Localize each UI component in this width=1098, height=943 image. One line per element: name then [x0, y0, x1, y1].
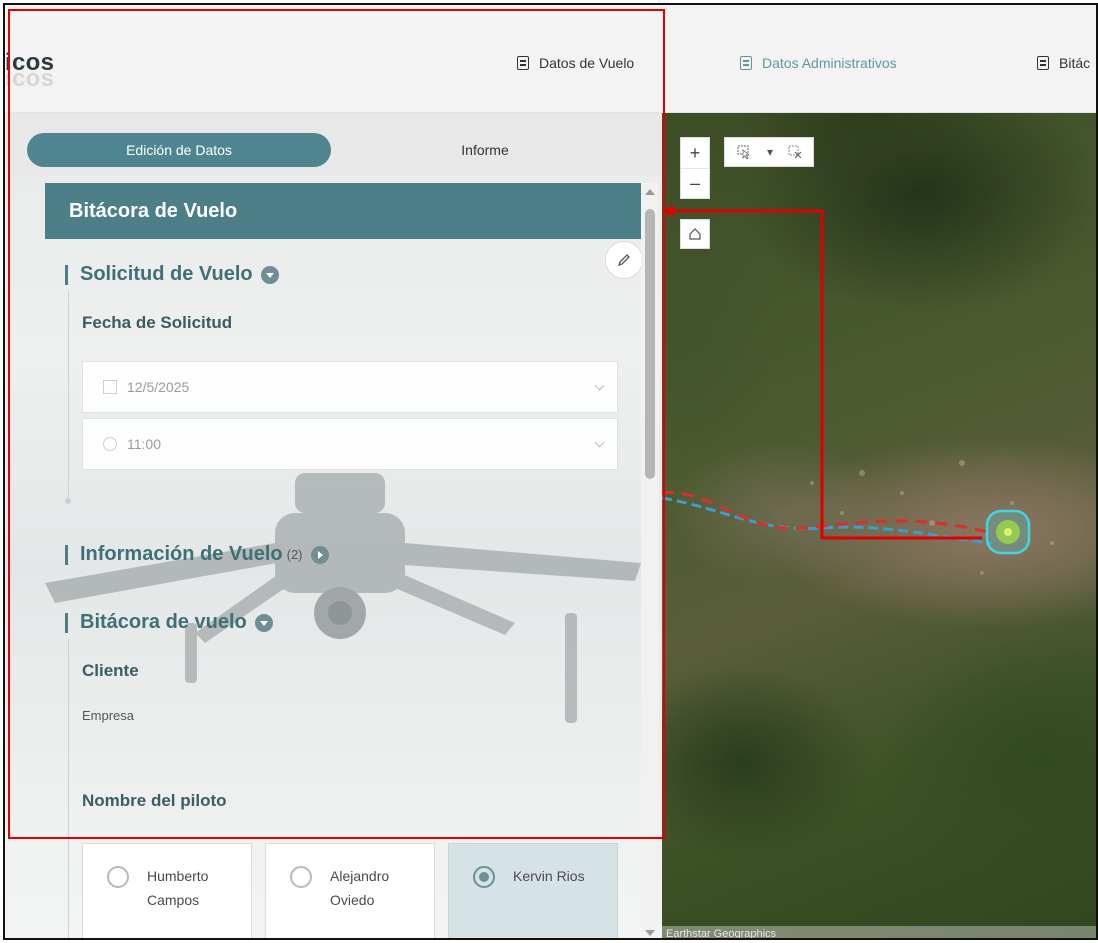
section-dot [65, 498, 71, 504]
section-marker [65, 264, 68, 285]
annotation-arrow-head [662, 205, 674, 217]
map-attribution: Earthstar Geographics [662, 926, 1096, 938]
section-marker [65, 612, 68, 633]
pilot-name: Humberto Campos [147, 864, 208, 912]
nav-label: Datos de Vuelo [539, 55, 635, 71]
route-blue-line [662, 496, 993, 545]
home-icon [689, 228, 701, 240]
form-title: Bitácora de Vuelo [45, 183, 641, 239]
selection-toolbar: ▾ [724, 137, 814, 167]
select-cursor-icon[interactable] [736, 144, 752, 160]
field-label-cliente: Cliente [82, 661, 139, 680]
time-input[interactable]: 11:00 [82, 418, 618, 470]
nav-bitacora[interactable]: Bitác [1037, 52, 1090, 74]
map-overlay [662, 205, 1054, 575]
nav-label: Bitác [1059, 55, 1091, 71]
scroll-up-arrow-icon[interactable] [645, 189, 655, 195]
nav-datos-administrativos[interactable]: Datos Administrativos [740, 52, 897, 74]
radio-button[interactable] [107, 866, 129, 888]
cliente-value: Empresa [82, 708, 135, 723]
section-marker [65, 544, 68, 565]
pilot-name-line2: Oviedo [330, 892, 375, 908]
scrollbar-thumb[interactable] [645, 209, 655, 479]
zoom-out-button[interactable]: – [681, 168, 709, 198]
chevron-down-icon [594, 437, 605, 448]
section-count: (2) [286, 547, 303, 562]
pilot-option-kervin-rios[interactable]: Kervin Rios [448, 843, 618, 938]
document-icon [1037, 56, 1049, 70]
dropdown-caret-icon[interactable]: ▾ [767, 145, 773, 159]
section-title: Bitácora de vuelo [80, 611, 247, 633]
nav-datos-de-vuelo[interactable]: Datos de Vuelo [517, 52, 634, 74]
document-icon [740, 56, 752, 70]
radio-button[interactable] [290, 866, 312, 888]
field-label-piloto: Nombre del piloto [82, 791, 227, 810]
date-input[interactable]: 12/5/2025 [82, 361, 618, 413]
section-bitacora-de-vuelo[interactable]: Bitácora de vuelo [65, 611, 273, 634]
app-title: icos [5, 49, 55, 76]
section-title: Solicitud de Vuelo [80, 263, 253, 285]
route-red-line [662, 491, 993, 535]
pilot-name: Alejandro Oviedo [330, 864, 389, 912]
annotation-arrow-line [664, 209, 982, 540]
edit-button[interactable] [605, 241, 641, 279]
document-icon [517, 56, 529, 70]
pencil-icon [617, 254, 630, 267]
panel-tabs: Edición de Datos Informe [5, 113, 662, 175]
clear-selection-icon[interactable] [788, 145, 802, 159]
pilot-option-alejandro-oviedo[interactable]: Alejandro Oviedo [265, 843, 435, 938]
form-area[interactable]: Bitácora de Vuelo Solicitud de Vuelo Fec… [45, 183, 641, 938]
app-window: icos icos Datos de Vuelo Datos Administr… [3, 3, 1098, 940]
scroll-down-arrow-icon[interactable] [645, 930, 655, 936]
home-button[interactable] [680, 219, 710, 249]
tab-informe[interactable]: Informe [405, 133, 565, 167]
map-view[interactable]: + – ▾ Earthstar Geographics [662, 113, 1096, 938]
collapse-toggle-icon[interactable] [254, 613, 273, 632]
zoom-controls: + – [680, 137, 710, 199]
calendar-icon [103, 380, 117, 394]
section-title: Información de Vuelo [80, 543, 283, 565]
section-solicitud-de-vuelo[interactable]: Solicitud de Vuelo [65, 263, 279, 286]
clock-icon [103, 437, 117, 451]
section-informacion-de-vuelo[interactable]: Información de Vuelo (2) [65, 543, 329, 566]
radio-button-selected[interactable] [473, 866, 495, 888]
pilot-option-humberto-campos[interactable]: Humberto Campos [82, 843, 252, 938]
pilot-name-line1: Humberto [147, 868, 209, 884]
pilot-name: Kervin Rios [513, 868, 585, 884]
field-label-fecha: Fecha de Solicitud [82, 313, 233, 332]
drone-background-image [45, 473, 641, 723]
edit-panel: Edición de Datos Informe Bitácora de Vue… [5, 113, 662, 938]
nav-label: Datos Administrativos [762, 55, 897, 71]
time-value: 11:00 [127, 436, 161, 452]
tab-edicion-de-datos[interactable]: Edición de Datos [27, 133, 331, 167]
chevron-down-icon [594, 380, 605, 391]
pilot-name-line1: Alejandro [330, 868, 390, 884]
location-marker-dot [1004, 528, 1012, 536]
date-value: 12/5/2025 [127, 379, 190, 395]
section-line [68, 639, 69, 938]
collapse-toggle-icon[interactable] [260, 265, 279, 284]
panel-scrollbar[interactable] [641, 183, 659, 938]
top-header: icos icos Datos de Vuelo Datos Administr… [5, 5, 1096, 113]
expand-toggle-icon[interactable] [310, 545, 329, 564]
zoom-in-button[interactable]: + [681, 138, 709, 168]
section-line [68, 291, 69, 501]
pilot-name-line2: Campos [147, 892, 200, 908]
